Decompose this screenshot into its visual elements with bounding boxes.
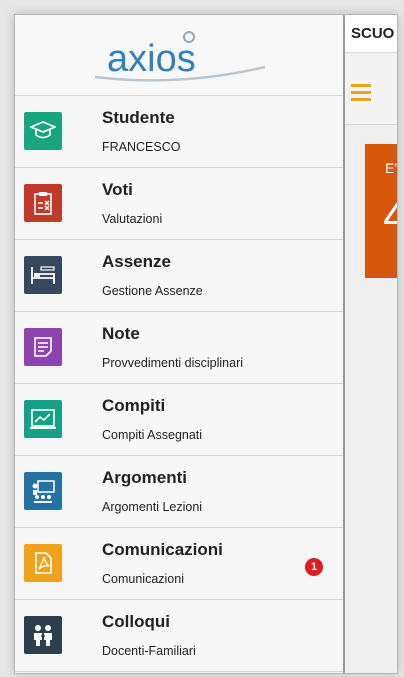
logo-area: axios xyxy=(15,15,343,96)
summary-tile[interactable]: E' 4 xyxy=(365,144,398,278)
menu-item-subtitle: Valutazioni xyxy=(102,212,163,226)
graduation-cap-icon xyxy=(24,112,62,150)
menu-item-title: Colloqui xyxy=(102,612,170,631)
svg-text:axios: axios xyxy=(107,38,196,80)
menu-item-title: Assenze xyxy=(102,252,171,271)
menu-item-title: Note xyxy=(102,324,140,343)
drawer-menu: Studente FRANCESCO Voti Valutazioni Asse… xyxy=(15,96,343,672)
menu-item-title: Argomenti xyxy=(102,468,187,487)
menu-item-subtitle: Gestione Assenze xyxy=(102,284,203,298)
note-icon xyxy=(24,328,62,366)
menu-item-studente[interactable]: Studente FRANCESCO xyxy=(15,96,343,168)
bed-icon xyxy=(24,256,62,294)
tile-value: 4 xyxy=(383,192,397,242)
menu-item-subtitle: Docenti-Familiari xyxy=(102,644,196,658)
menu-item-title: Studente xyxy=(102,108,175,127)
tile-label: E' xyxy=(385,160,398,176)
menu-item-title: Voti xyxy=(102,180,133,199)
axios-logo: axios xyxy=(94,31,266,82)
menu-item-compiti[interactable]: Compiti Compiti Assegnati xyxy=(15,384,343,456)
pdf-document-icon xyxy=(24,544,62,582)
menu-item-subtitle: Comunicazioni xyxy=(102,572,184,586)
toolbar xyxy=(345,54,397,125)
navigation-drawer: axios Studente FRANCESCO Voti Valutazion… xyxy=(15,15,345,673)
school-header: SCUO xyxy=(345,15,397,53)
menu-item-subtitle: Provvedimenti disciplinari xyxy=(102,356,244,370)
menu-item-voti[interactable]: Voti Valutazioni xyxy=(15,168,343,240)
notification-badge: 1 xyxy=(305,558,323,576)
app-frame: axios Studente FRANCESCO Voti Valutazion… xyxy=(14,14,398,674)
menu-item-subtitle: Compiti Assegnati xyxy=(102,428,203,442)
menu-item-subtitle: Argomenti Lezioni xyxy=(102,500,203,514)
presentation-icon xyxy=(24,472,62,510)
menu-item-title: Compiti xyxy=(102,396,166,415)
menu-item-assenze[interactable]: Assenze Gestione Assenze xyxy=(15,240,343,312)
chalkboard-chart-icon xyxy=(24,400,62,438)
menu-item-subtitle: FRANCESCO xyxy=(102,140,181,154)
menu-item-argomenti[interactable]: Argomenti Argomenti Lezioni xyxy=(15,456,343,528)
hamburger-menu-icon[interactable] xyxy=(351,84,371,105)
main-content: SCUO E' 4 xyxy=(345,15,397,673)
menu-item-comunicazioni[interactable]: Comunicazioni Comunicazioni 1 xyxy=(15,528,343,600)
people-icon xyxy=(24,616,62,654)
menu-item-note[interactable]: Note Provvedimenti disciplinari xyxy=(15,312,343,384)
clipboard-grades-icon xyxy=(24,184,62,222)
menu-item-colloqui[interactable]: Colloqui Docenti-Familiari xyxy=(15,600,343,672)
menu-item-title: Comunicazioni xyxy=(102,540,223,559)
